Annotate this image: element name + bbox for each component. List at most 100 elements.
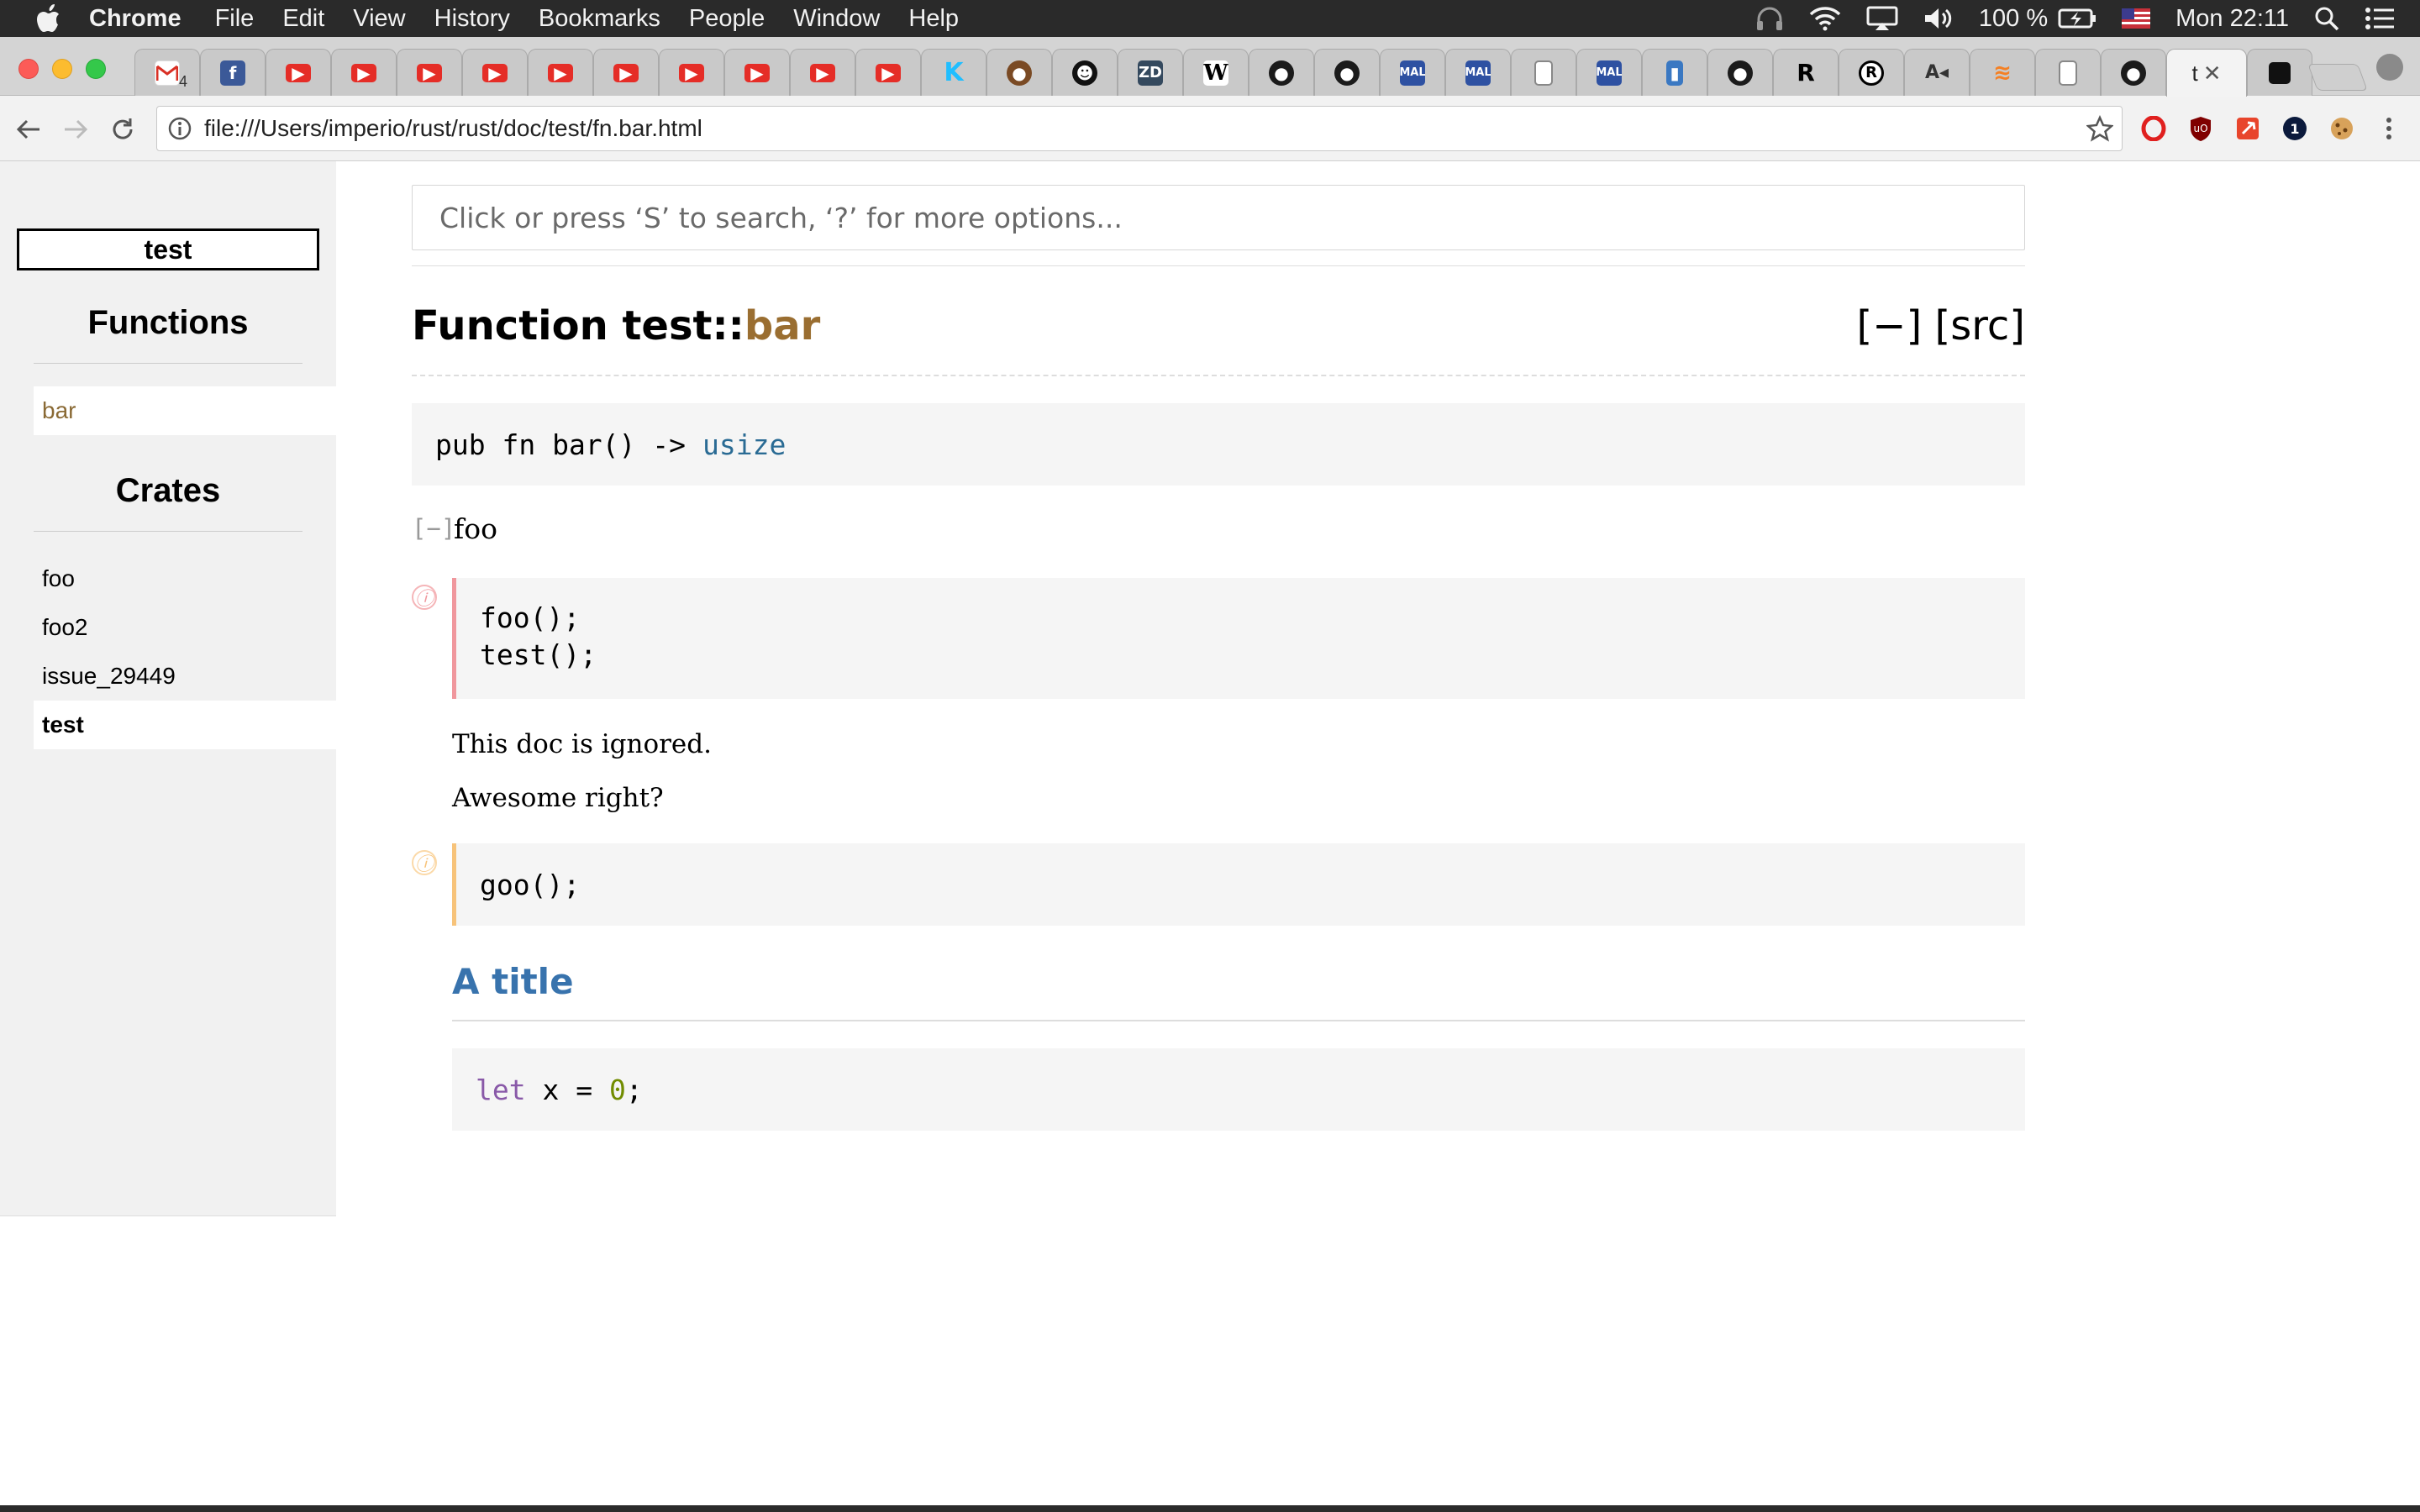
tab-github[interactable]: ● — [2101, 49, 2166, 96]
tab-youtube[interactable]: ▶ — [593, 49, 659, 96]
notification-center-icon[interactable] — [2365, 7, 2395, 30]
sidebar-item-foo[interactable]: foo — [34, 554, 336, 603]
tab-active-test[interactable]: t ✕ — [2166, 49, 2247, 97]
svg-text:uO: uO — [2193, 123, 2207, 134]
window-minimize-button[interactable] — [52, 59, 72, 79]
tab-github[interactable]: ● — [1707, 49, 1773, 96]
youtube-icon: ▶ — [417, 63, 442, 82]
menu-edit[interactable]: Edit — [282, 5, 324, 33]
tab-facebook[interactable]: f — [200, 49, 266, 96]
tab-youtube[interactable]: ▶ — [790, 49, 855, 96]
tab-extension[interactable] — [2247, 49, 2312, 96]
menubar-clock[interactable]: Mon 22:11 — [2175, 5, 2289, 33]
search-input[interactable]: Click or press ‘S’ to search, ‘?’ for mo… — [412, 185, 2025, 250]
pushbullet-extension-icon[interactable] — [2233, 114, 2262, 143]
spotlight-search-icon[interactable] — [2314, 6, 2339, 31]
apple-icon[interactable] — [32, 2, 66, 35]
bookmark-star-icon[interactable] — [2086, 115, 2113, 142]
airplay-icon[interactable] — [1866, 6, 1898, 31]
tab-audio[interactable]: A◂ — [1904, 49, 1970, 96]
back-button[interactable] — [13, 114, 44, 144]
onepassword-extension-icon[interactable]: 1 — [2281, 114, 2309, 143]
compile-fail-tooltip-icon[interactable]: ⓘ — [412, 850, 437, 875]
tab-close-icon[interactable]: ✕ — [2203, 60, 2222, 87]
tab-github[interactable]: ● — [1249, 49, 1314, 96]
menu-bookmarks[interactable]: Bookmarks — [539, 5, 660, 33]
wifi-icon[interactable] — [1809, 6, 1841, 31]
youtube-icon: ▶ — [482, 63, 508, 82]
volume-icon[interactable] — [1923, 6, 1954, 31]
tab-poop[interactable]: ● — [986, 49, 1052, 96]
tab-youtube[interactable]: ▶ — [331, 49, 397, 96]
tab-bookmark[interactable]: ▮ — [1642, 49, 1707, 96]
tab-youtube[interactable]: ▶ — [397, 49, 462, 96]
page-title-function-name[interactable]: bar — [744, 302, 820, 349]
tab-rust-r[interactable]: R — [1773, 49, 1839, 96]
code-line: foo(); — [480, 601, 581, 634]
menu-view[interactable]: View — [353, 5, 405, 33]
tab-mal[interactable]: MAL — [1380, 49, 1445, 96]
section-heading[interactable]: A title — [452, 961, 574, 1002]
tab-rust-gear[interactable]: R — [1839, 49, 1904, 96]
tab-gmail[interactable]: 4 — [134, 49, 200, 96]
ublock-extension-icon[interactable]: uO — [2186, 114, 2215, 143]
browser-toolbar: file:///Users/imperio/rust/rust/doc/test… — [0, 96, 2420, 161]
window-close-button[interactable] — [18, 59, 39, 79]
menu-window[interactable]: Window — [793, 5, 880, 33]
headphones-icon[interactable] — [1755, 6, 1784, 31]
tab-youtube[interactable]: ▶ — [528, 49, 593, 96]
signature-return-type-link[interactable]: usize — [702, 428, 786, 461]
rust-r-icon: R — [1797, 60, 1815, 86]
profile-avatar-icon[interactable] — [2376, 54, 2403, 81]
crate-name-box[interactable]: test — [17, 228, 319, 270]
doc-paragraph: Awesome right? — [452, 783, 664, 813]
opera-extension-icon[interactable] — [2139, 114, 2168, 143]
info-icon[interactable] — [167, 116, 192, 141]
tab-youtube[interactable]: ▶ — [659, 49, 724, 96]
sidebar-item-test[interactable]: test — [34, 701, 336, 749]
forward-button[interactable] — [60, 114, 91, 144]
tab-kaggle[interactable]: K — [921, 49, 986, 96]
menu-app-chrome[interactable]: Chrome — [89, 5, 182, 33]
gmail-unread-count: 4 — [178, 73, 187, 90]
poop-icon: ● — [1007, 60, 1032, 86]
doc-collapse-toggle[interactable]: [−] — [412, 514, 455, 543]
address-bar[interactable]: file:///Users/imperio/rust/rust/doc/test… — [156, 106, 2123, 151]
us-flag-icon[interactable] — [2122, 8, 2151, 29]
tab-document[interactable] — [1511, 49, 1576, 96]
zd-icon: ZD — [1138, 60, 1163, 86]
sidebar-item-bar[interactable]: bar — [34, 386, 336, 435]
tab-stackoverflow[interactable]: ≋ — [1970, 49, 2035, 96]
tab-youtube[interactable]: ▶ — [462, 49, 528, 96]
code-number: 0 — [608, 1073, 626, 1106]
window-maximize-button[interactable] — [86, 59, 106, 79]
reload-button[interactable] — [108, 114, 138, 144]
url-text[interactable]: file:///Users/imperio/rust/rust/doc/test… — [204, 115, 2086, 142]
sidebar-item-foo2[interactable]: foo2 — [34, 603, 336, 652]
code-keyword: let — [476, 1073, 526, 1106]
tab-youtube[interactable]: ▶ — [724, 49, 790, 96]
tab-youtube[interactable]: ▶ — [855, 49, 921, 96]
menu-history[interactable]: History — [434, 5, 510, 33]
chrome-menu-icon[interactable] — [2375, 114, 2403, 143]
menu-file[interactable]: File — [215, 5, 255, 33]
battery-percent[interactable]: 100 % — [1979, 5, 2048, 33]
tab-youtube[interactable]: ▶ — [266, 49, 331, 96]
tab-mal[interactable]: MAL — [1576, 49, 1642, 96]
tab-document[interactable] — [2035, 49, 2101, 96]
tab-mal[interactable]: MAL — [1445, 49, 1511, 96]
ignore-tooltip-icon[interactable]: ⓘ — [412, 585, 437, 610]
tab-zd[interactable]: ZD — [1118, 49, 1183, 96]
tab-face[interactable]: ☻ — [1052, 49, 1118, 96]
collapse-and-source-links[interactable]: [−] [src] — [1857, 302, 2025, 349]
new-tab-button[interactable] — [2307, 64, 2368, 91]
tab-github[interactable]: ● — [1314, 49, 1380, 96]
sidebar-item-issue-29449[interactable]: issue_29449 — [34, 652, 336, 701]
tab-wikipedia[interactable]: W — [1183, 49, 1249, 96]
menu-people[interactable]: People — [689, 5, 765, 33]
cookie-extension-icon[interactable] — [2328, 114, 2356, 143]
battery-icon[interactable] — [2058, 8, 2096, 29]
sidebar-divider — [34, 363, 302, 364]
menu-help[interactable]: Help — [908, 5, 959, 33]
face-icon: ☻ — [1072, 60, 1097, 86]
